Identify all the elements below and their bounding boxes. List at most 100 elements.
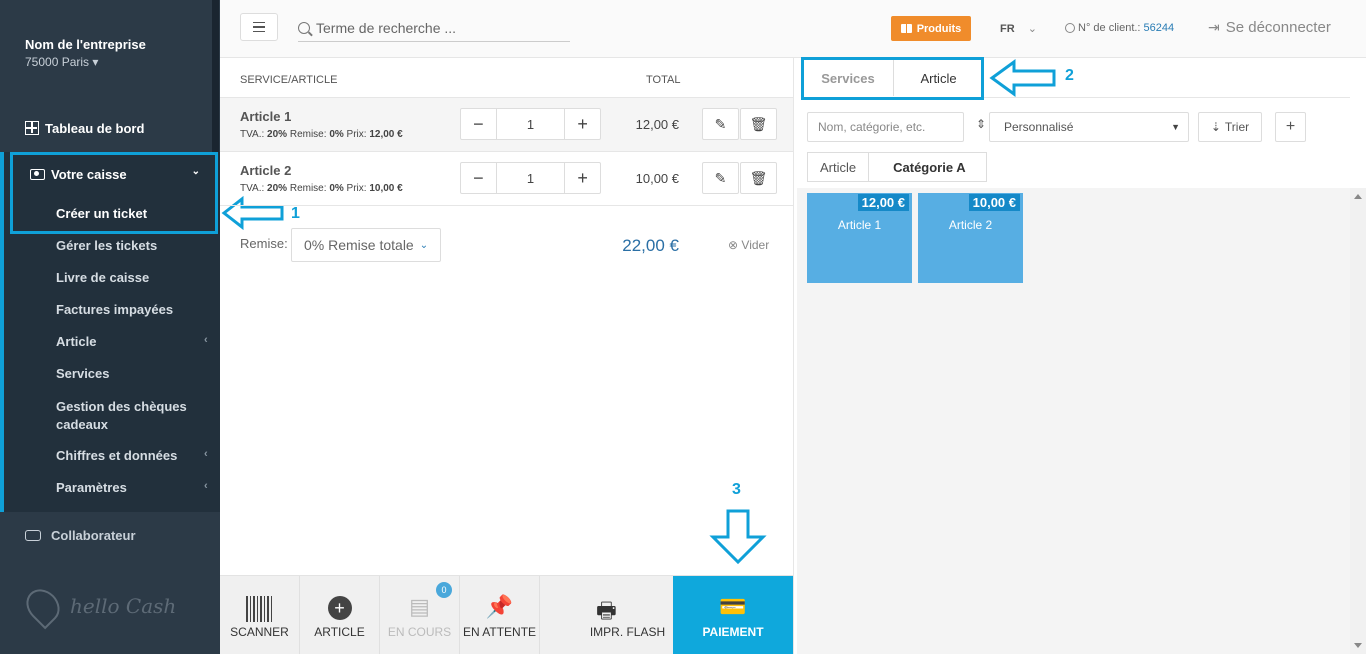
language-select[interactable]: FR ⌄	[1000, 22, 1037, 35]
on-hold-label: EN ATTENTE	[462, 625, 537, 639]
breadcrumb-item-category[interactable]: Catégorie A	[869, 152, 987, 182]
edit-button[interactable]: ✎	[702, 162, 739, 194]
discount-value: 0% Remise totale	[304, 237, 414, 253]
company-city: 75000 Paris ▾	[25, 55, 99, 69]
sort-updown-icon[interactable]: ⇕	[976, 117, 986, 131]
column-header-item: SERVICE/ARTICLE	[240, 74, 338, 86]
chevron-left-icon: ‹	[204, 448, 208, 460]
sidebar-item-label: Paramètres	[56, 480, 127, 495]
product-name: Article 1	[837, 218, 882, 232]
document-icon: ▤	[409, 594, 430, 619]
products-button[interactable]: Produits	[891, 16, 971, 41]
search-icon	[298, 21, 310, 34]
chevron-left-icon: ‹	[204, 480, 208, 492]
quantity-value[interactable]: 1	[495, 163, 566, 193]
decrement-button[interactable]: −	[461, 109, 496, 139]
pencil-icon: ✎	[714, 115, 727, 132]
article-label: ARTICLE	[314, 625, 365, 639]
sidebar-item-manage-tickets[interactable]: Gérer les tickets	[56, 238, 157, 253]
sort-label: Trier	[1224, 120, 1250, 134]
panel-divider	[793, 58, 794, 654]
on-hold-button[interactable]: 📌 EN ATTENTE	[460, 576, 540, 654]
quantity-stepper: − 1 +	[460, 108, 601, 140]
product-card[interactable]: 10,00 € Article 2	[918, 193, 1023, 283]
collaborator-icon	[25, 530, 41, 541]
sort-icon: ⇣	[1210, 120, 1221, 134]
grand-total: 22,00 €	[622, 236, 679, 255]
user-icon	[1065, 23, 1075, 33]
sidebar-item-article[interactable]: Article ‹	[56, 334, 208, 349]
client-label: N° de client.:	[1078, 22, 1141, 34]
in-progress-count-badge: 0	[436, 582, 452, 598]
in-progress-button[interactable]: ▤ 0 EN COURS	[380, 576, 460, 654]
product-name: Article 2	[948, 218, 993, 232]
breadcrumb: Article Catégorie A	[807, 152, 987, 182]
scroll-up-icon[interactable]	[1354, 194, 1362, 199]
sidebar-item-gift-cards[interactable]: Gestion des chèques cadeaux	[56, 398, 196, 434]
location-pin-icon	[19, 582, 67, 630]
caret-down-icon: ▼	[1171, 122, 1180, 132]
sort-select[interactable]: Personnalisé ▼	[989, 112, 1189, 142]
sidebar-item-dashboard[interactable]: Tableau de bord	[0, 110, 220, 146]
company-info[interactable]: Nom de l'entreprise 75000 Paris ▾	[25, 37, 146, 69]
clear-label: Vider	[741, 238, 770, 252]
decrement-button[interactable]: −	[461, 163, 496, 193]
sidebar-item-label: Tableau de bord	[45, 120, 145, 136]
delete-button[interactable]: 🗑	[740, 108, 777, 140]
annotation-number-2: 2	[1065, 67, 1074, 84]
highlight-box-2	[801, 57, 984, 100]
logout-button[interactable]: ⇥ Se déconnecter	[1208, 19, 1331, 36]
sidebar-item-collaborator[interactable]: Collaborateur	[25, 528, 136, 543]
scanner-label: SCANNER	[230, 625, 289, 639]
delete-button[interactable]: 🗑	[740, 162, 777, 194]
clear-button[interactable]: ⊗ Vider	[728, 238, 769, 252]
in-progress-label: EN COURS	[387, 625, 452, 639]
add-article-button[interactable]: + ARTICLE	[300, 576, 380, 654]
breadcrumb-item-article[interactable]: Article	[807, 152, 870, 182]
client-number-value: 56244	[1143, 22, 1175, 34]
search-bar	[298, 14, 570, 42]
product-price: 12,00 €	[857, 194, 909, 211]
increment-button[interactable]: +	[565, 163, 600, 193]
sidebar-item-services[interactable]: Services	[56, 366, 110, 381]
bottom-toolbar: SCANNER + ARTICLE ▤ 0 EN COURS 📌 EN ATTE…	[220, 575, 793, 654]
sidebar-item-cash-book[interactable]: Livre de caisse	[56, 270, 149, 285]
sort-select-value: Personnalisé	[1004, 120, 1074, 134]
product-card[interactable]: 12,00 € Article 1	[807, 193, 912, 283]
sidebar-item-settings[interactable]: Paramètres ‹	[56, 480, 208, 495]
ticket-row: Article 1 TVA.: 20% Remise: 0% Prix: 12,…	[220, 98, 793, 152]
increment-button[interactable]: +	[565, 109, 600, 139]
search-input[interactable]	[316, 19, 566, 36]
discount-label: Remise:	[240, 236, 288, 251]
edit-button[interactable]: ✎	[702, 108, 739, 140]
book-icon	[900, 24, 912, 33]
sidebar-item-figures[interactable]: Chiffres et données ‹	[56, 448, 208, 463]
sidebar: Nom de l'entreprise 75000 Paris ▾ Tablea…	[0, 0, 220, 654]
payment-button[interactable]: 💳 PAIEMENT	[673, 576, 793, 654]
logout-label: Se déconnecter	[1225, 19, 1331, 36]
sidebar-item-label: Collaborateur	[51, 528, 136, 543]
menu-toggle-button[interactable]	[240, 13, 278, 41]
article-filter-input[interactable]	[807, 112, 964, 142]
close-circle-icon: ⊗	[728, 238, 739, 252]
payment-hand-icon: 💳	[719, 594, 747, 619]
item-meta: TVA.: 20% Remise: 0% Prix: 10,00 €	[240, 183, 403, 194]
product-scrollbar[interactable]	[1350, 188, 1366, 654]
annotation-number-1: 1	[291, 205, 300, 222]
scroll-down-icon[interactable]	[1354, 643, 1362, 648]
printer-icon: 🖶	[596, 598, 617, 623]
quantity-value[interactable]: 1	[495, 109, 566, 139]
item-total: 12,00 €	[635, 117, 679, 132]
trash-icon: 🗑	[749, 115, 768, 132]
column-header-total: TOTAL	[646, 74, 681, 86]
flash-print-button[interactable]: 🖶 IMPR. FLASH	[540, 576, 673, 654]
highlight-box-1	[10, 152, 218, 234]
scanner-button[interactable]: SCANNER	[220, 576, 300, 654]
sort-button[interactable]: ⇣ Trier	[1198, 112, 1262, 142]
language-value: FR	[1000, 23, 1015, 35]
discount-select[interactable]: 0% Remise totale ⌄	[291, 228, 441, 262]
sidebar-item-unpaid-invoices[interactable]: Factures impayées	[56, 302, 173, 317]
add-button[interactable]: +	[1275, 112, 1306, 142]
company-name: Nom de l'entreprise	[25, 37, 146, 52]
sidebar-item-label: Article	[56, 334, 97, 349]
